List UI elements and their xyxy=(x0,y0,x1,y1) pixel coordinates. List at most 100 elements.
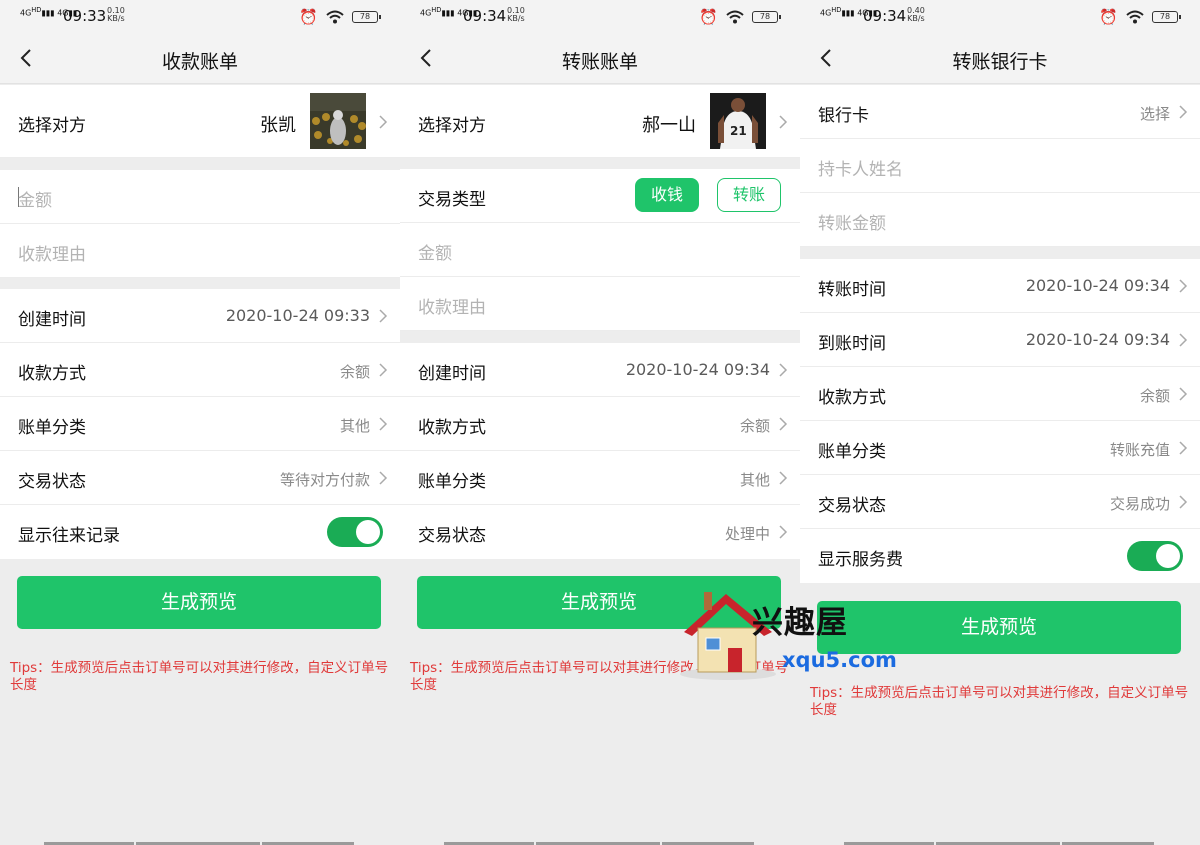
avatar xyxy=(310,93,366,149)
network-speed: 0.10 KB/s xyxy=(107,6,125,23)
wifi-icon xyxy=(1126,10,1144,24)
cardholder-placeholder: 持卡人姓名 xyxy=(818,160,903,180)
chevron-right-icon xyxy=(779,115,788,129)
chevron-right-icon xyxy=(1179,105,1188,119)
transfer-amount-input[interactable]: 转账金额 xyxy=(800,193,1200,247)
trade-type-row: 交易类型 收钱 转账 xyxy=(400,169,800,223)
show-fee-toggle[interactable] xyxy=(1127,541,1183,571)
show-records-row: 显示往来记录 xyxy=(0,505,400,559)
row-label: 创建时间 xyxy=(418,364,486,384)
cardholder-name-input[interactable]: 持卡人姓名 xyxy=(800,139,1200,193)
row-label: 交易状态 xyxy=(18,472,86,492)
nav-bar: 收款账单 xyxy=(0,33,400,84)
receive-money-button[interactable]: 收钱 xyxy=(635,178,699,212)
select-counterparty-row[interactable]: 选择对方 张凯 xyxy=(0,85,400,158)
show-fee-row: 显示服务费 xyxy=(800,529,1200,583)
reason-placeholder: 收款理由 xyxy=(18,245,86,265)
generate-preview-button[interactable]: 生成预览 xyxy=(17,576,381,629)
reason-input[interactable]: 收款理由 xyxy=(400,277,800,331)
svg-text:21: 21 xyxy=(730,124,747,138)
screen-receipt-bill: 4GHD▮▮▮ 4G▮▮ 09:33 0.10 KB/s ⏰ 78 收款账单 选择… xyxy=(0,0,400,845)
row-label: 收款方式 xyxy=(418,418,486,438)
avatar: 21 xyxy=(710,93,766,149)
screen-transfer-bill: 4GHD▮▮▮ 4G▮▮ 09:34 0.10 KB/s ⏰ 78 转账账单 选择… xyxy=(400,0,800,845)
battery-icon: 78 xyxy=(1152,11,1181,23)
status-time: 09:33 xyxy=(63,7,107,25)
row-value: 余额 xyxy=(739,417,770,435)
trade-status-row[interactable]: 交易状态 交易成功 xyxy=(800,475,1200,529)
tips-text: Tips：生成预览后点击订单号可以对其进行修改，自定义订单号长度 xyxy=(810,685,1189,718)
show-records-toggle[interactable] xyxy=(327,517,383,547)
page-title: 转账账单 xyxy=(561,51,638,73)
row-value: 处理中 xyxy=(724,525,770,543)
chevron-right-icon xyxy=(1179,441,1188,455)
payment-method-row[interactable]: 收款方式 余额 xyxy=(0,343,400,397)
tips-text: Tips：生成预览后点击订单号可以对其进行修改，自定义订单号长度 xyxy=(10,660,389,693)
transfer-time-row[interactable]: 转账时间 2020-10-24 09:34 xyxy=(800,259,1200,313)
row-value: 余额 xyxy=(339,363,370,381)
bill-category-row[interactable]: 账单分类 其他 xyxy=(400,451,800,505)
row-value: 等待对方付款 xyxy=(279,471,370,489)
row-label: 创建时间 xyxy=(18,310,86,330)
row-label: 交易状态 xyxy=(818,496,886,516)
bank-card-row[interactable]: 银行卡 选择 xyxy=(800,85,1200,139)
row-label: 显示往来记录 xyxy=(18,526,120,546)
counterparty-label: 选择对方 xyxy=(18,116,86,136)
row-label: 收款方式 xyxy=(818,388,886,408)
create-time-row[interactable]: 创建时间 2020-10-24 09:33 xyxy=(0,289,400,343)
arrival-time-row[interactable]: 到账时间 2020-10-24 09:34 xyxy=(800,313,1200,367)
amount-input[interactable]: 金额 xyxy=(0,170,400,224)
chevron-right-icon xyxy=(379,417,388,431)
payment-method-row[interactable]: 收款方式 余额 xyxy=(400,397,800,451)
chevron-right-icon xyxy=(379,309,388,323)
reason-input[interactable]: 收款理由 xyxy=(0,224,400,278)
amount-placeholder: 金额 xyxy=(418,244,452,264)
row-value: 交易成功 xyxy=(1109,495,1170,513)
network-speed: 0.10 KB/s xyxy=(507,6,525,23)
trade-status-row[interactable]: 交易状态 等待对方付款 xyxy=(0,451,400,505)
chevron-right-icon xyxy=(379,115,388,129)
counterparty-name: 张凯 xyxy=(260,115,296,136)
nav-bar: 转账银行卡 xyxy=(800,33,1200,84)
transfer-amount-placeholder: 转账金额 xyxy=(818,214,886,234)
status-time: 09:34 xyxy=(863,7,907,25)
row-value: 2020-10-24 09:33 xyxy=(225,306,370,325)
row-label: 转账时间 xyxy=(818,280,886,300)
amount-input[interactable]: 金额 xyxy=(400,223,800,277)
alarm-icon: ⏰ xyxy=(699,8,718,26)
bill-category-row[interactable]: 账单分类 其他 xyxy=(0,397,400,451)
chevron-right-icon xyxy=(779,471,788,485)
battery-icon: 78 xyxy=(752,11,781,23)
wifi-icon xyxy=(326,10,344,24)
row-label: 显示服务费 xyxy=(818,550,903,570)
row-value: 其他 xyxy=(739,471,770,489)
status-bar: 4GHD▮▮▮ 4G▮▮ 09:34 0.10 KB/s ⏰ 78 xyxy=(400,0,800,33)
status-bar: 4GHD▮▮▮ 4G▮▮ 09:33 0.10 KB/s ⏰ 78 xyxy=(0,0,400,33)
counterparty-name: 郝一山 xyxy=(642,115,696,136)
row-label: 收款方式 xyxy=(18,364,86,384)
bank-card-value: 选择 xyxy=(1139,105,1170,123)
chevron-right-icon xyxy=(779,525,788,539)
page-title: 转账银行卡 xyxy=(952,51,1048,73)
bill-category-row[interactable]: 账单分类 转账充值 xyxy=(800,421,1200,475)
trade-status-row[interactable]: 交易状态 处理中 xyxy=(400,505,800,559)
create-time-row[interactable]: 创建时间 2020-10-24 09:34 xyxy=(400,343,800,397)
counterparty-label: 选择对方 xyxy=(418,116,486,136)
reason-placeholder: 收款理由 xyxy=(418,298,486,318)
chevron-right-icon xyxy=(1179,279,1188,293)
battery-icon: 78 xyxy=(352,11,381,23)
payment-method-row[interactable]: 收款方式 余额 xyxy=(800,367,1200,421)
transfer-button[interactable]: 转账 xyxy=(717,178,781,212)
row-value: 2020-10-24 09:34 xyxy=(625,360,770,379)
chevron-right-icon xyxy=(779,363,788,377)
row-value: 转账充值 xyxy=(1109,441,1170,459)
page-title: 收款账单 xyxy=(161,51,238,73)
chevron-right-icon xyxy=(379,471,388,485)
row-value: 余额 xyxy=(1139,387,1170,405)
bank-card-label: 银行卡 xyxy=(818,106,869,126)
alarm-icon: ⏰ xyxy=(299,8,318,26)
network-speed: 0.40 KB/s xyxy=(907,6,925,23)
row-label: 账单分类 xyxy=(418,472,486,492)
chevron-right-icon xyxy=(1179,387,1188,401)
select-counterparty-row[interactable]: 选择对方 郝一山 21 xyxy=(400,85,800,158)
